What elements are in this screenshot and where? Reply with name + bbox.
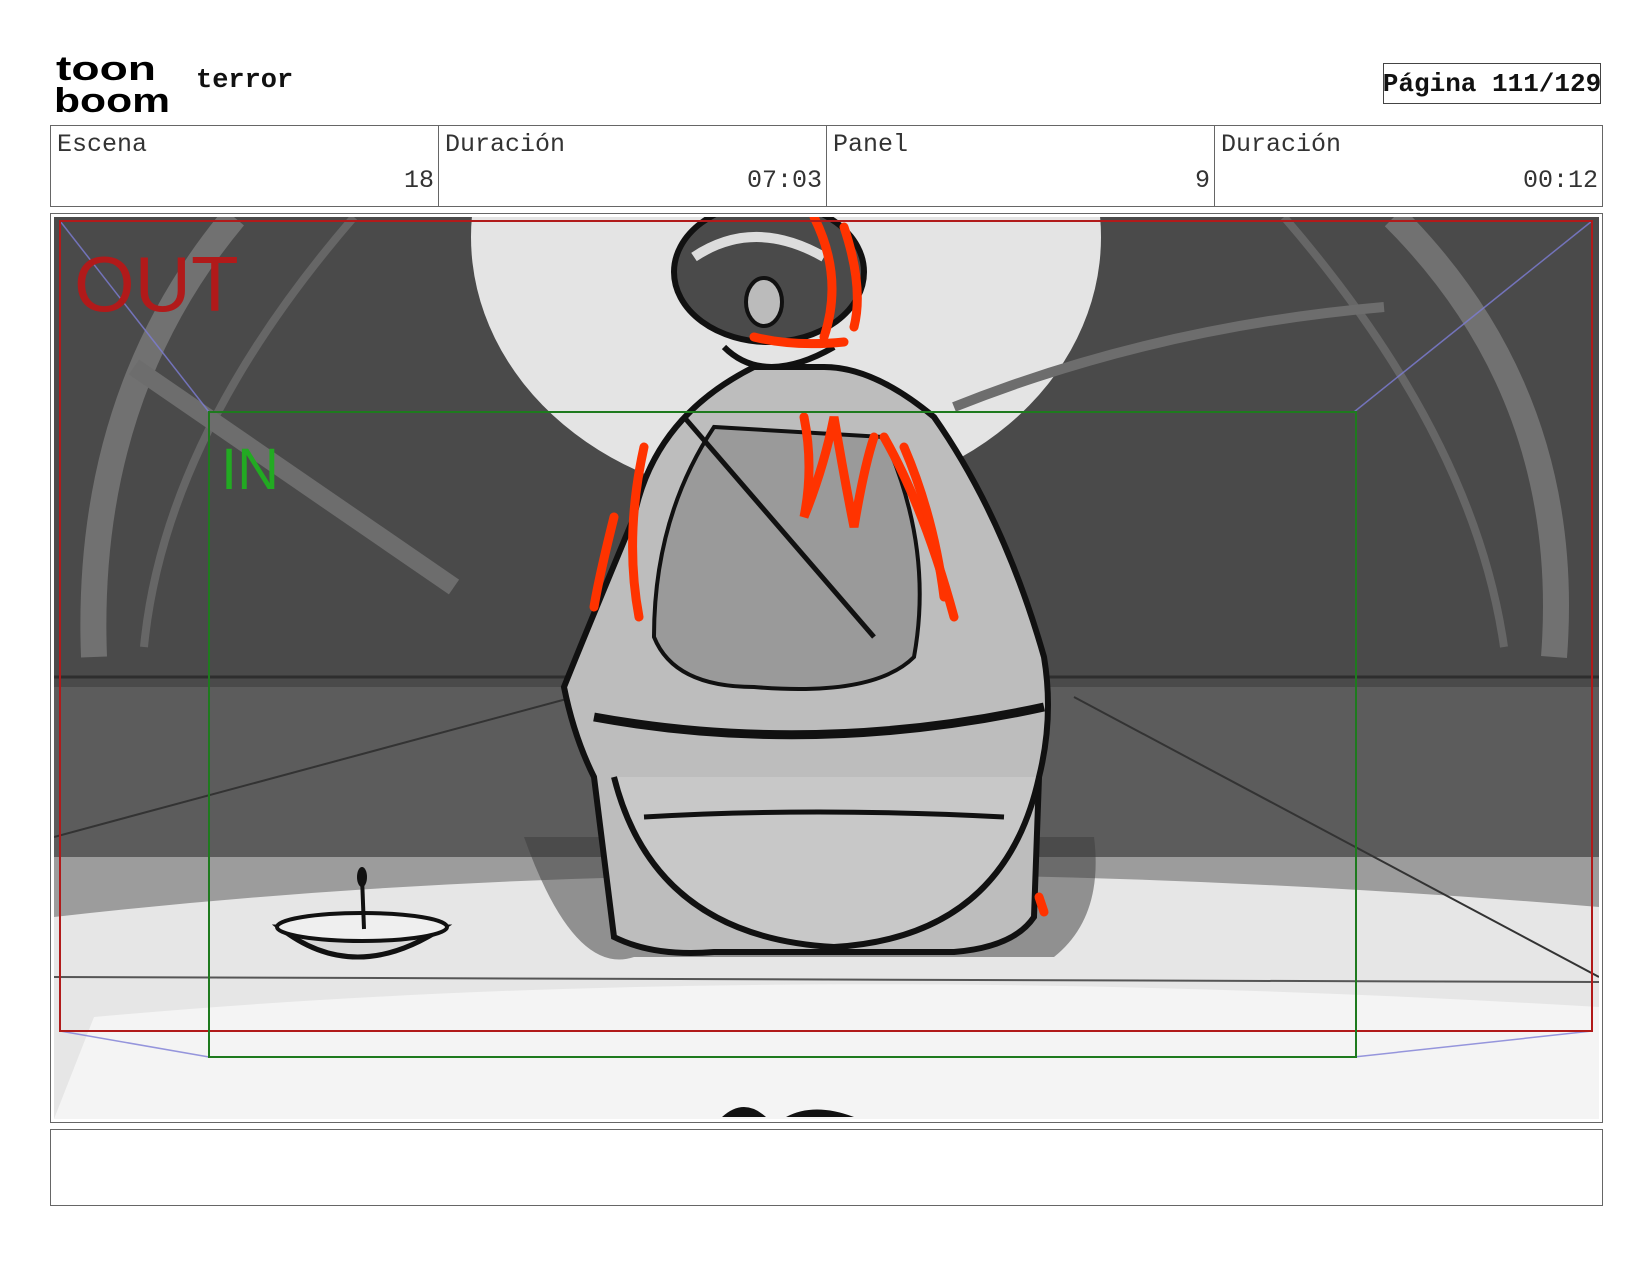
panel-notes[interactable] [50, 1129, 1603, 1206]
scene-duration-label: Duración [445, 130, 566, 159]
character-back-dark [651, 424, 922, 691]
character-ear [744, 276, 784, 328]
logo-text-line2: boom [54, 82, 170, 116]
panel-label: Panel [833, 130, 909, 159]
floor-glow [54, 984, 1599, 1119]
panel-duration-cell: Duración 00:12 [1215, 126, 1602, 206]
scene-duration-value: 07:03 [746, 166, 822, 195]
scene-info-table: Escena 18 Duración 07:03 Panel 9 Duració… [50, 125, 1603, 207]
storyboard-panel-drawing: OUT IN [54, 217, 1599, 1119]
in-label: IN [221, 437, 279, 502]
scene-label: Escena [57, 130, 148, 159]
scene-duration-cell: Duración 07:03 [439, 126, 827, 206]
panel-duration-value: 00:12 [1522, 166, 1598, 195]
project-title: terror [196, 66, 294, 96]
out-label: OUT [74, 240, 239, 328]
toonboom-logo: toon boom [54, 52, 170, 116]
panel-duration-label: Duración [1221, 130, 1342, 159]
page-number: Página 111/129 [1383, 63, 1601, 104]
incense-flame [357, 867, 367, 887]
scene-cell: Escena 18 [51, 126, 439, 206]
scene-value: 18 [403, 166, 434, 195]
panel-cell: Panel 9 [827, 126, 1215, 206]
panel-value: 9 [1194, 166, 1210, 195]
